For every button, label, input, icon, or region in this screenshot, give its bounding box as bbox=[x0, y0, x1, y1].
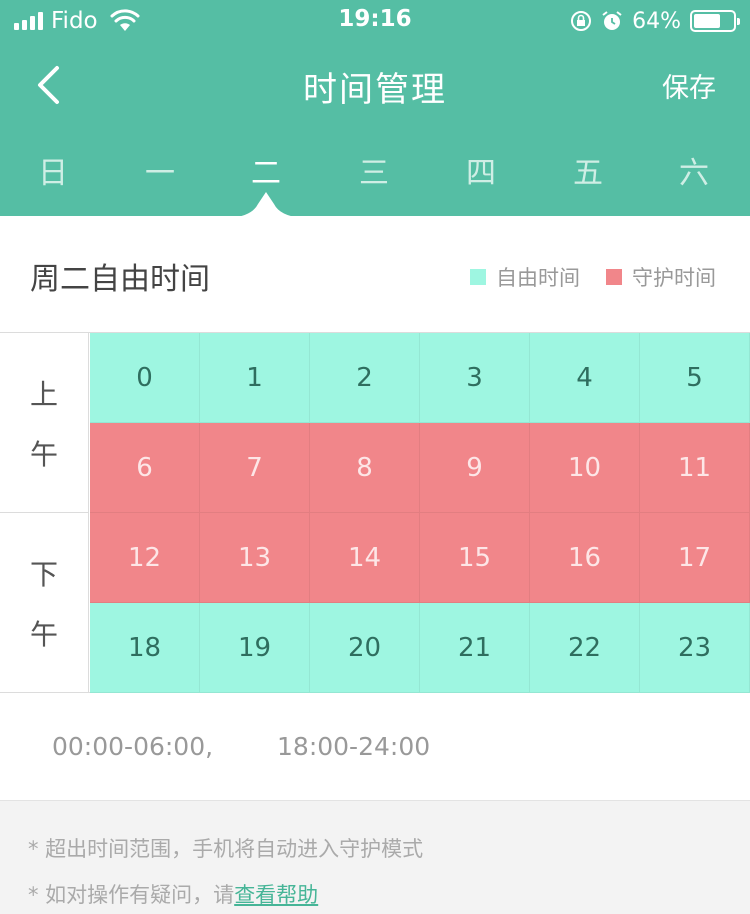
hour-cell-22[interactable]: 22 bbox=[530, 603, 640, 693]
hour-cell-8[interactable]: 8 bbox=[310, 423, 420, 513]
note-help: * 如对操作有疑问，请查看帮助 bbox=[28, 879, 318, 909]
period-am-char-1: 上 bbox=[29, 377, 58, 411]
tab-thursday[interactable]: 四 bbox=[441, 148, 521, 192]
hour-cells: 0 1 2 3 4 5 6 7 8 9 10 11 12 13 14 15 16 17 18 19 20 21 22 23 bbox=[90, 333, 750, 693]
hour-cell-3[interactable]: 3 bbox=[420, 333, 530, 423]
selected-day-indicator bbox=[230, 192, 302, 218]
period-pm-char-1: 下 bbox=[29, 558, 58, 591]
period-am: 上 午 bbox=[0, 333, 89, 513]
battery-percent: 64% bbox=[632, 8, 681, 34]
rotation-lock-icon bbox=[571, 11, 592, 31]
hour-cell-6[interactable]: 6 bbox=[90, 423, 200, 513]
hour-cell-4[interactable]: 4 bbox=[530, 333, 640, 423]
hour-cell-19[interactable]: 19 bbox=[200, 603, 310, 693]
footer-notes: * 超出时间范围，手机将自动进入守护模式 * 如对操作有疑问，请查看帮助 bbox=[0, 800, 750, 914]
page-title: 时间管理 bbox=[303, 70, 447, 110]
period-am-char-2: 午 bbox=[29, 437, 58, 471]
note-auto-guard: * 超出时间范围，手机将自动进入守护模式 bbox=[28, 837, 424, 861]
hour-cell-16[interactable]: 16 bbox=[530, 513, 640, 603]
legend-free-label: 自由时间 bbox=[496, 266, 580, 290]
legend-free-swatch bbox=[470, 269, 486, 285]
hour-cell-2[interactable]: 2 bbox=[310, 333, 420, 423]
legend-free: 自由时间 bbox=[470, 262, 580, 292]
help-link[interactable]: 查看帮助 bbox=[234, 883, 318, 907]
hour-cell-14[interactable]: 14 bbox=[310, 513, 420, 603]
legend-guard: 守护时间 bbox=[606, 262, 716, 292]
status-bar: Fido 19:16 64% bbox=[0, 0, 750, 44]
period-pm-char-2: 午 bbox=[29, 618, 58, 651]
battery-icon bbox=[690, 10, 740, 32]
hour-cell-21[interactable]: 21 bbox=[420, 603, 530, 693]
alarm-icon bbox=[602, 11, 622, 30]
hour-cell-18[interactable]: 18 bbox=[90, 603, 200, 693]
section-title: 周二自由时间 bbox=[30, 262, 210, 297]
hour-cell-10[interactable]: 10 bbox=[530, 423, 640, 513]
hour-grid: 上 午 下 午 0 1 2 3 4 5 6 7 8 9 10 11 12 13 14 15 16 17 18 19 20… bbox=[0, 332, 750, 693]
note-help-text: * 如对操作有疑问，请 bbox=[28, 883, 235, 907]
tab-tuesday[interactable]: 二 bbox=[226, 148, 306, 192]
hour-cell-11[interactable]: 11 bbox=[640, 423, 750, 513]
tab-friday[interactable]: 五 bbox=[548, 148, 628, 192]
tab-saturday[interactable]: 六 bbox=[654, 148, 734, 192]
hour-cell-7[interactable]: 7 bbox=[200, 423, 310, 513]
tab-wednesday[interactable]: 三 bbox=[334, 148, 414, 192]
hour-cell-9[interactable]: 9 bbox=[420, 423, 530, 513]
legend: 自由时间 守护时间 bbox=[444, 262, 716, 292]
tab-monday[interactable]: 一 bbox=[120, 148, 200, 192]
hour-cell-12[interactable]: 12 bbox=[90, 513, 200, 603]
range-item: 18:00-24:00 bbox=[277, 732, 431, 761]
free-time-ranges: 00:00-06:00, 18:00-24:00 bbox=[52, 732, 486, 761]
tab-sunday[interactable]: 日 bbox=[13, 148, 93, 192]
hour-cell-15[interactable]: 15 bbox=[420, 513, 530, 603]
hour-cell-17[interactable]: 17 bbox=[640, 513, 750, 603]
hour-cell-20[interactable]: 20 bbox=[310, 603, 420, 693]
header: Fido 19:16 64% 时间管理 保存 日 一 二 三 四 五 六 bbox=[0, 0, 750, 216]
range-item: 00:00-06:00, bbox=[52, 732, 214, 761]
legend-guard-label: 守护时间 bbox=[632, 266, 716, 290]
hour-cell-23[interactable]: 23 bbox=[640, 603, 750, 693]
save-button[interactable]: 保存 bbox=[662, 66, 716, 105]
legend-guard-swatch bbox=[606, 269, 622, 285]
hour-cell-5[interactable]: 5 bbox=[640, 333, 750, 423]
hour-cell-0[interactable]: 0 bbox=[90, 333, 200, 423]
hour-cell-1[interactable]: 1 bbox=[200, 333, 310, 423]
period-pm: 下 午 bbox=[0, 513, 89, 693]
hour-cell-13[interactable]: 13 bbox=[200, 513, 310, 603]
